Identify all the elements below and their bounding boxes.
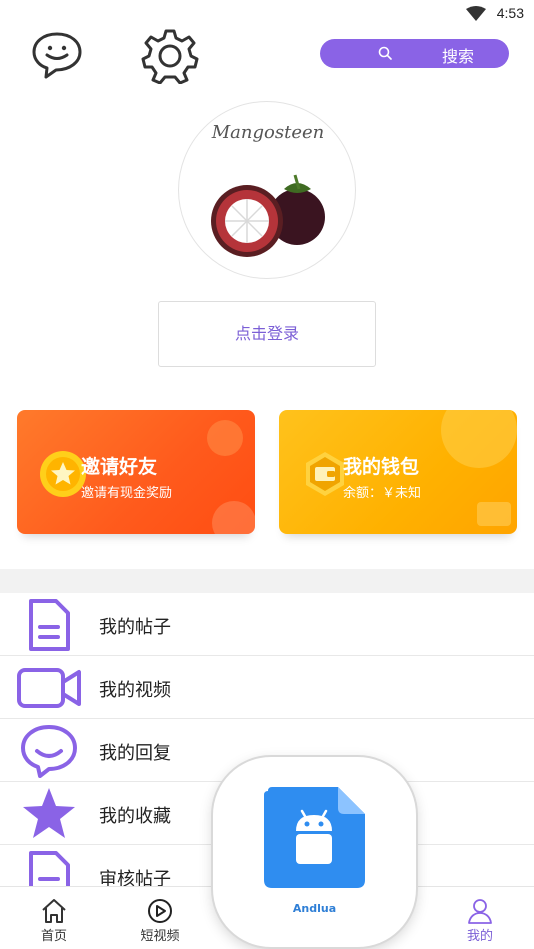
status-bar: 4:53 [0, 0, 534, 28]
document-icon [29, 599, 70, 651]
menu-label: 我的收藏 [99, 806, 171, 827]
login-label: 点击登录 [234, 324, 299, 343]
wallet-card[interactable]: 我的钱包 余额：￥未知 [279, 410, 517, 534]
tab-short-video[interactable]: 短视频 [110, 887, 210, 949]
wallet-icon [306, 452, 344, 496]
search-icon [378, 46, 392, 60]
invite-subtitle: 邀请有现金奖励 [81, 486, 173, 501]
android-file-icon [264, 787, 365, 888]
star-coin-icon [40, 451, 86, 497]
yuan-coin-decoration [212, 501, 255, 534]
decorative-circle [207, 420, 243, 456]
chat-bubble-icon [21, 725, 77, 778]
home-icon [42, 899, 66, 923]
user-icon [468, 899, 492, 924]
tab-mine[interactable]: 我的 [430, 887, 530, 949]
invite-title: 邀请好友 [81, 456, 158, 478]
menu-label: 我的回复 [99, 743, 171, 764]
wallet-title: 我的钱包 [343, 456, 420, 478]
section-divider [0, 569, 534, 593]
invite-friends-card[interactable]: 邀请好友 邀请有现金奖励 [17, 410, 255, 534]
video-camera-icon [17, 668, 81, 708]
star-icon [23, 788, 75, 838]
avatar-logo-text: Mangosteen [211, 122, 325, 143]
login-button[interactable]: 点击登录 [158, 301, 376, 367]
menu-item-my-videos[interactable]: 我的视频 [0, 656, 534, 719]
gear-icon[interactable] [140, 28, 200, 84]
mangosteen-image [211, 174, 325, 257]
play-circle-icon [148, 899, 172, 923]
floating-app-overlay[interactable]: Andlua [213, 757, 416, 947]
app-name: Andlua [292, 902, 337, 915]
decorative-circle [441, 410, 517, 468]
menu-item-my-posts[interactable]: 我的帖子 [0, 593, 534, 656]
menu-label: 我的视频 [99, 680, 171, 701]
tab-label: 首页 [40, 929, 67, 944]
wifi-icon [466, 6, 486, 21]
top-bar: 搜索 [0, 28, 534, 84]
menu-label: 我的帖子 [99, 617, 171, 638]
search-label: 搜索 [442, 47, 475, 66]
chat-icon[interactable] [30, 30, 84, 80]
tab-label: 短视频 [140, 929, 180, 944]
wallet-decoration [477, 502, 511, 526]
tab-home[interactable]: 首页 [4, 887, 104, 949]
tab-label: 我的 [466, 929, 493, 944]
avatar[interactable]: Mangosteen [178, 101, 356, 279]
wallet-subtitle: 余额：￥未知 [343, 486, 422, 501]
status-time: 4:53 [496, 5, 524, 21]
search-button[interactable]: 搜索 [320, 39, 509, 68]
